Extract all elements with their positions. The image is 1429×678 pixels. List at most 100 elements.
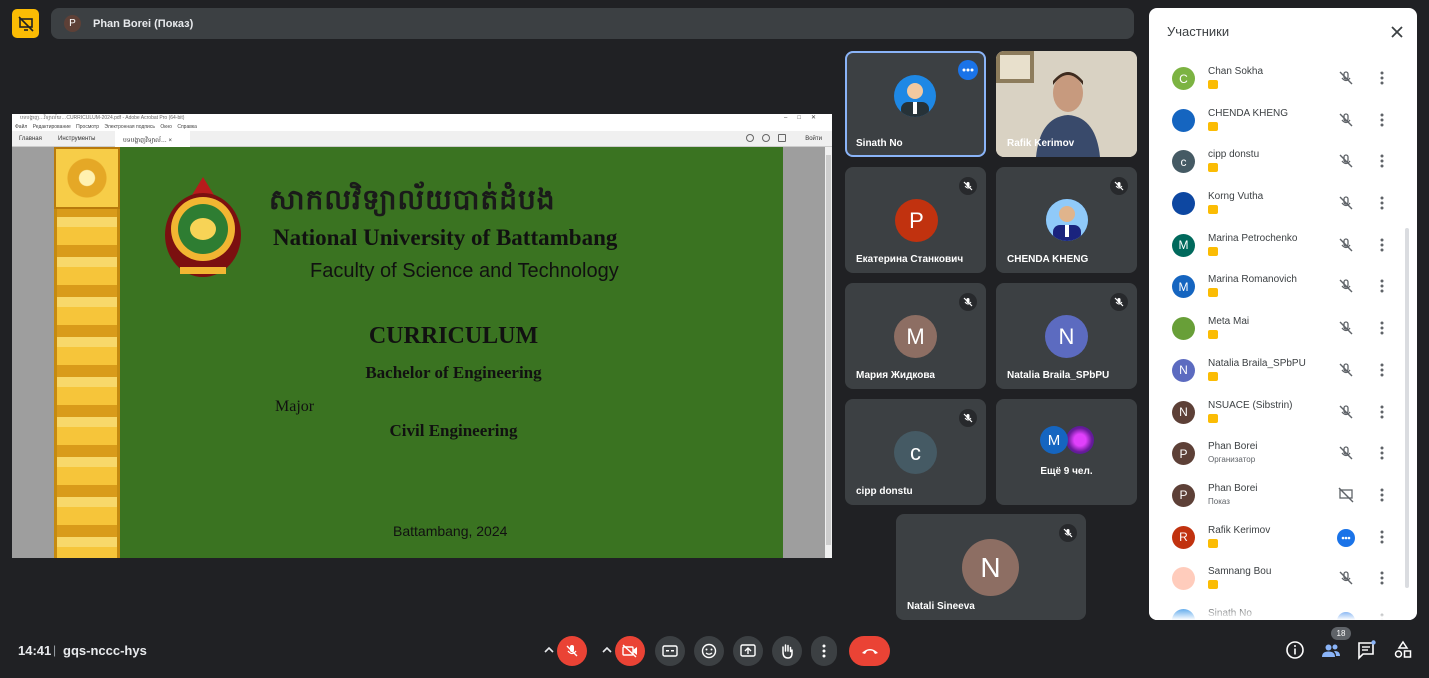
- more-vert-icon[interactable]: [1380, 113, 1384, 127]
- presenter-label: Phan Borei (Показ): [93, 17, 194, 30]
- chevron-up-icon[interactable]: [544, 646, 554, 654]
- participant-row[interactable]: N NSUACE (Sibstrin): [1159, 392, 1399, 434]
- participant-row[interactable]: P Phan Borei Показ: [1159, 475, 1399, 517]
- more-vert-icon[interactable]: [1380, 446, 1384, 460]
- major-name: Civil Engineering: [389, 421, 518, 440]
- more-vert-icon[interactable]: [1380, 571, 1384, 585]
- more-options-icon[interactable]: [958, 60, 978, 80]
- tile-more-participants[interactable]: M Ещё 9 чел.: [996, 399, 1137, 505]
- more-vert-icon[interactable]: [1380, 71, 1384, 85]
- participant-count-badge: 18: [1331, 627, 1351, 640]
- mic-off-icon[interactable]: [1338, 112, 1354, 128]
- tile-cipp-donstu[interactable]: c cipp donstu: [845, 399, 986, 505]
- mic-off-icon[interactable]: [1338, 237, 1354, 253]
- participant-row[interactable]: P Phan Borei Организатор: [1159, 433, 1399, 475]
- tile-maria-zhidkova[interactable]: M Мария Жидкова: [845, 283, 986, 389]
- chat-icon[interactable]: [1357, 640, 1377, 660]
- more-vert-icon[interactable]: [1380, 154, 1384, 168]
- info-icon[interactable]: [1285, 640, 1305, 660]
- help-icon: [746, 134, 754, 142]
- speaking-indicator-icon: [1337, 528, 1355, 547]
- participant-badge: [1208, 205, 1218, 215]
- more-options-button[interactable]: [811, 636, 837, 666]
- university-name: National University of Battambang: [273, 225, 618, 250]
- pdf-slide: សាកលវិទ្យាល័យបាត់ដំបង National Universit…: [54, 147, 783, 558]
- more-vert-icon[interactable]: [1380, 363, 1384, 377]
- acrobat-tabs: Главная Инструменты បទបង្ហាញវិទ្យាល័… × …: [12, 131, 832, 147]
- chevron-up-icon[interactable]: [602, 646, 612, 654]
- avatar: N: [962, 539, 1019, 596]
- camera-toggle-button[interactable]: [615, 636, 645, 666]
- participant-row[interactable]: Meta Mai: [1159, 308, 1399, 350]
- tile-natali-sineeva[interactable]: N Natali Sineeva: [896, 514, 1086, 620]
- presenter-banner[interactable]: P Phan Borei (Показ): [51, 8, 1134, 39]
- close-icon[interactable]: [1389, 24, 1405, 40]
- mic-off-icon[interactable]: [1338, 195, 1354, 211]
- tile-name: Natalia Braila_SPbPU: [1007, 370, 1110, 381]
- tile-rafik-kerimov[interactable]: Rafik Kerimov: [996, 51, 1137, 157]
- mic-toggle-button[interactable]: [557, 636, 587, 666]
- participant-name: Rafik Kerimov: [1208, 524, 1271, 536]
- participant-row[interactable]: c cipp donstu: [1159, 141, 1399, 183]
- window-controls: –□✕: [784, 115, 826, 121]
- activities-icon[interactable]: [1393, 640, 1413, 660]
- participant-row[interactable]: Korng Vutha: [1159, 183, 1399, 225]
- separator: |: [53, 643, 57, 657]
- mic-off-icon[interactable]: [1338, 570, 1354, 586]
- more-vert-icon[interactable]: [1380, 196, 1384, 210]
- presentation-indicator-icon[interactable]: [12, 9, 39, 38]
- present-screen-button[interactable]: [733, 636, 763, 666]
- participant-badge: [1208, 80, 1218, 89]
- participant-row[interactable]: M Marina Petrochenko: [1159, 225, 1399, 267]
- shared-screen: បទបង្ហាញ…វិទ្យាល័យ…CURRICULUM-2024.pdf -…: [12, 114, 832, 558]
- participant-avatar: N: [1172, 358, 1195, 382]
- people-icon[interactable]: [1321, 641, 1341, 661]
- pillar-ornament: [54, 147, 120, 209]
- participant-badge: [1208, 121, 1218, 131]
- mic-off-icon[interactable]: [1338, 320, 1354, 336]
- mic-off-icon[interactable]: [1338, 445, 1354, 461]
- participant-name: CHENDA KHENG: [1208, 107, 1289, 119]
- tab-home: Главная: [19, 136, 42, 142]
- more-vert-icon[interactable]: [1380, 238, 1384, 252]
- participant-avatar: c: [1172, 150, 1195, 174]
- mic-off-icon[interactable]: [1338, 404, 1354, 420]
- mic-off-icon[interactable]: [1338, 362, 1354, 378]
- panel-scrollbar[interactable]: [1405, 228, 1409, 588]
- tile-sinath-no[interactable]: Sinath No: [845, 51, 986, 157]
- participant-row[interactable]: M Marina Romanovich: [1159, 266, 1399, 308]
- tile-natalia-braila[interactable]: N Natalia Braila_SPbPU: [996, 283, 1137, 389]
- mic-off-icon[interactable]: [1338, 70, 1354, 86]
- menu-edit: Редактирование: [32, 124, 71, 130]
- tab-document-label: បទបង្ហាញវិទ្យាល័…: [123, 138, 167, 144]
- participant-badge: [1208, 371, 1218, 381]
- more-vert-icon[interactable]: [1380, 530, 1384, 544]
- more-vert-icon[interactable]: [1380, 488, 1384, 502]
- participant-row[interactable]: C Chan Sokha: [1159, 58, 1399, 100]
- raise-hand-button[interactable]: [772, 636, 802, 666]
- more-vert-icon[interactable]: [1380, 279, 1384, 293]
- participant-name: Samnang Bou: [1208, 566, 1272, 578]
- captions-button[interactable]: [655, 636, 685, 666]
- participant-avatar: [1172, 317, 1195, 341]
- mic-off-icon: [1110, 293, 1128, 311]
- participant-row[interactable]: CHENDA KHENG: [1159, 100, 1399, 142]
- avatar: M: [894, 315, 937, 358]
- mic-off-icon[interactable]: [1338, 153, 1354, 169]
- presenting-icon[interactable]: [1338, 487, 1354, 503]
- tile-ekaterina-stankovich[interactable]: Р Екатерина Станкович: [845, 167, 986, 273]
- participant-avatar: C: [1172, 67, 1195, 90]
- more-vert-icon[interactable]: [1380, 321, 1384, 335]
- emoji-icon: [701, 643, 717, 659]
- mic-off-icon[interactable]: [1338, 278, 1354, 294]
- participant-badge: [1208, 538, 1218, 548]
- participant-row[interactable]: Samnang Bou: [1159, 558, 1399, 600]
- reactions-button[interactable]: [694, 636, 724, 666]
- participant-row[interactable]: N Natalia Braila_SPbPU: [1159, 350, 1399, 392]
- participant-name: Marina Petrochenko: [1208, 232, 1298, 244]
- list-fade: [1149, 604, 1417, 620]
- participant-row[interactable]: R Rafik Kerimov: [1159, 517, 1399, 559]
- leave-call-button[interactable]: [849, 636, 890, 666]
- more-vert-icon[interactable]: [1380, 405, 1384, 419]
- tile-chenda-kheng[interactable]: CHENDA KHENG: [996, 167, 1137, 273]
